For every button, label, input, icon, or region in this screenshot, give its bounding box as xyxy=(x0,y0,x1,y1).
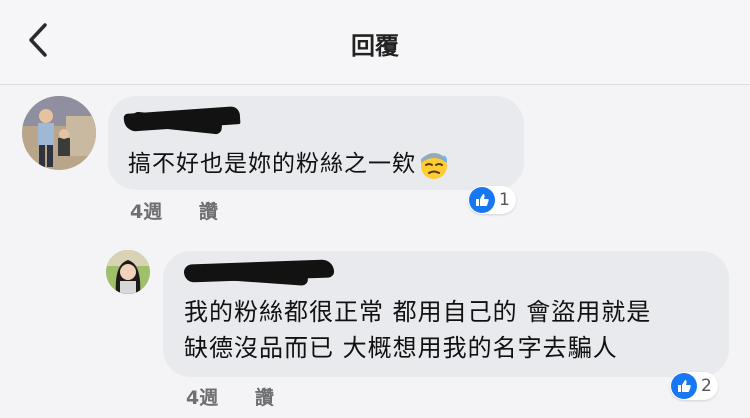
comment-line: 缺德沒品而已 大概想用我的名字去騙人 xyxy=(184,334,618,362)
reaction-badge[interactable]: 2 xyxy=(670,372,718,400)
reaction-count: 2 xyxy=(701,376,712,396)
avatar-photo xyxy=(106,250,150,294)
comment-line: 我的粉絲都很正常 都用自己的 會盜用就是 xyxy=(184,298,652,326)
comment-meta: 4週 讚 xyxy=(186,383,274,410)
avatar[interactable] xyxy=(106,250,150,294)
timestamp[interactable]: 4週 xyxy=(186,387,218,409)
comment-meta: 4週 讚 xyxy=(130,197,218,224)
thumbs-up-icon xyxy=(469,187,495,213)
timestamp[interactable]: 4週 xyxy=(130,201,162,223)
thumbs-up-icon xyxy=(671,373,697,399)
reaction-count: 1 xyxy=(499,190,510,210)
avatar[interactable] xyxy=(22,96,96,170)
header-bar: 回覆 xyxy=(0,0,750,85)
avatar-photo xyxy=(22,96,96,170)
page-title: 回覆 xyxy=(351,32,399,60)
comment-text-content: 搞不好也是妳的粉絲之一欸 xyxy=(128,151,416,177)
comment-text: 搞不好也是妳的粉絲之一欸 xyxy=(128,146,450,182)
downcast-sweat-face-emoji-icon xyxy=(421,152,447,179)
like-link[interactable]: 讚 xyxy=(255,387,274,409)
reaction-badge[interactable]: 1 xyxy=(468,186,516,214)
like-link[interactable]: 讚 xyxy=(199,201,218,223)
comment-text: 我的粉絲都很正常 都用自己的 會盜用就是 缺德沒品而已 大概想用我的名字去騙人 xyxy=(184,294,651,366)
